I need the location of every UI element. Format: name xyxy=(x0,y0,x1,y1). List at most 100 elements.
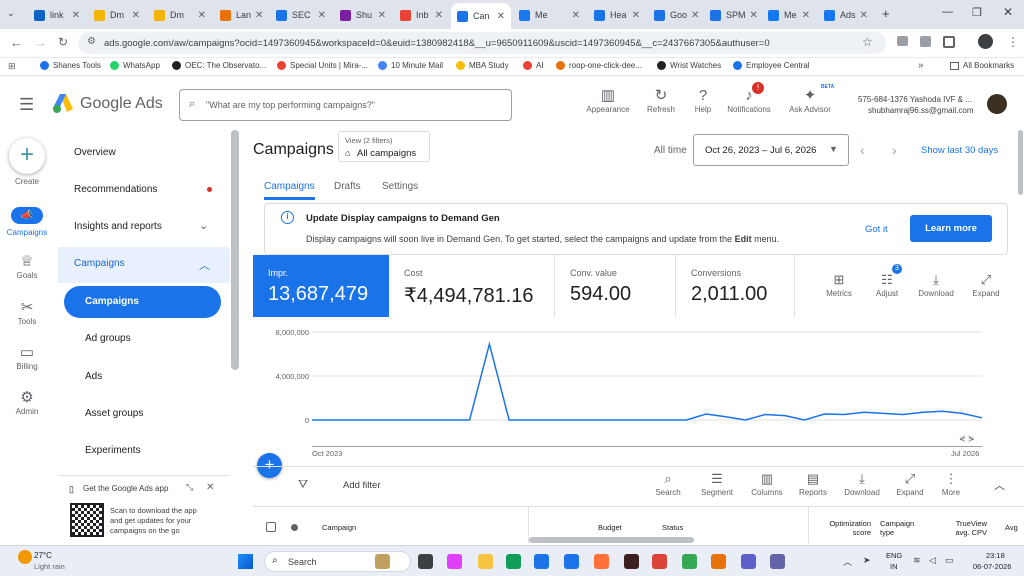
browser-menu-icon[interactable]: ⋮ xyxy=(1007,35,1019,49)
bookmark-item[interactable]: AI xyxy=(523,61,544,70)
col-campaign-type[interactable]: Campaign type xyxy=(880,519,925,537)
tab-settings[interactable]: Settings xyxy=(382,181,418,192)
wifi-icon[interactable]: ≋ xyxy=(913,555,921,566)
nav-scrollbar[interactable] xyxy=(231,130,239,370)
minimize-button[interactable]: — xyxy=(942,6,953,18)
learn-more-button[interactable]: Learn more xyxy=(910,215,992,242)
browser-tab[interactable]: Shu ✕ xyxy=(334,4,392,26)
taskbar-app-icon[interactable] xyxy=(682,554,697,569)
account-avatar[interactable] xyxy=(987,94,1007,114)
browser-tab[interactable]: Can ✕ xyxy=(451,3,511,29)
volume-icon[interactable]: ◁ xyxy=(929,555,936,566)
close-tab-icon[interactable]: ✕ xyxy=(314,10,326,21)
page-scrollbar[interactable] xyxy=(1018,130,1023,195)
close-tab-icon[interactable]: ✕ xyxy=(431,10,443,21)
tray-send-icon[interactable]: ➤ xyxy=(863,555,871,566)
back-icon[interactable]: ← xyxy=(10,35,23,50)
browser-tab[interactable]: Hea ✕ xyxy=(588,4,646,26)
create-button[interactable]: + xyxy=(9,138,45,174)
nav-item-ads[interactable]: Ads xyxy=(85,371,102,382)
col-campaign[interactable]: Campaign xyxy=(322,523,356,532)
show-last-30-days-link[interactable]: Show last 30 days xyxy=(921,145,998,156)
weather-icon[interactable] xyxy=(18,550,32,564)
close-tab-icon[interactable]: ✕ xyxy=(568,10,580,21)
browser-tab[interactable]: Dm ✕ xyxy=(88,4,146,26)
date-range-picker[interactable]: Oct 26, 2023 – Jul 6, 2026 ▼ xyxy=(693,134,849,166)
browser-tab[interactable]: Ads ✕ xyxy=(818,4,872,26)
close-tab-icon[interactable]: ✕ xyxy=(687,10,699,21)
close-tab-icon[interactable]: ✕ xyxy=(856,10,868,21)
puzzle-icon[interactable] xyxy=(943,36,955,48)
all-bookmarks-button[interactable]: All Bookmarks xyxy=(950,61,1014,70)
taskbar-app-icon[interactable] xyxy=(506,554,521,569)
close-tab-icon[interactable]: ✕ xyxy=(628,10,640,21)
maximize-button[interactable]: ❐ xyxy=(972,6,982,19)
taskbar-app-icon[interactable] xyxy=(594,554,609,569)
tab-campaigns[interactable]: Campaigns xyxy=(264,181,315,192)
select-all-checkbox[interactable] xyxy=(266,522,276,532)
nav-item-experiments[interactable]: Experiments xyxy=(85,445,141,456)
browser-tab[interactable]: Lan ✕ xyxy=(214,4,268,26)
conv-value-card[interactable]: Conv. value 594.00 xyxy=(555,255,676,317)
browser-tab[interactable]: Me ✕ xyxy=(513,4,586,26)
bookmark-item[interactable]: Shanes Tools xyxy=(40,61,101,70)
lang-indicator[interactable]: ENG xyxy=(886,551,902,560)
hamburger-menu-icon[interactable]: ☰ xyxy=(19,95,34,115)
status-dot-header[interactable] xyxy=(291,524,298,531)
conversions-card[interactable]: Conversions 2,011.00 xyxy=(676,255,795,317)
bookmark-item[interactable]: roop-one-click-dee... xyxy=(556,61,642,70)
chevron-down-icon[interactable]: ⌄ xyxy=(199,219,208,232)
search-input[interactable]: ⌕ "What are my top performing campaigns?… xyxy=(179,89,512,121)
browser-tab[interactable]: SPM ✕ xyxy=(704,4,760,26)
close-tab-icon[interactable]: ✕ xyxy=(746,10,758,21)
next-period-icon[interactable]: › xyxy=(892,142,897,158)
close-tab-icon[interactable]: ✕ xyxy=(128,10,140,21)
taskbar-app-icon[interactable] xyxy=(624,554,639,569)
reload-icon[interactable]: ↻ xyxy=(58,35,68,49)
chevron-up-icon[interactable]: ︿ xyxy=(199,257,210,273)
appearance-button[interactable]: ▥ Appearance xyxy=(578,87,638,114)
browser-tab[interactable]: Goo ✕ xyxy=(648,4,702,26)
clock-time[interactable]: 23:18 xyxy=(986,551,1005,560)
metrics-button[interactable]: ⊞ Metrics xyxy=(816,271,862,298)
table-segment-button[interactable]: ☰ Segment xyxy=(694,470,740,497)
rail-label-create[interactable]: Create xyxy=(0,177,54,186)
camera-icon[interactable] xyxy=(897,36,908,46)
taskbar-app-icon[interactable] xyxy=(418,554,433,569)
table-more-button[interactable]: ⋮ More xyxy=(928,470,974,497)
col-avg[interactable]: Avg xyxy=(1005,523,1018,532)
col-budget[interactable]: Budget xyxy=(598,523,622,532)
bookmark-item[interactable]: Special Units | Mira-... xyxy=(277,61,368,70)
browser-tab[interactable]: Me ✕ xyxy=(762,4,816,26)
taskbar-app-icon[interactable] xyxy=(564,554,579,569)
table-expand-button[interactable]: ⤢ Expand xyxy=(887,470,933,497)
more-bookmarks-icon[interactable]: » xyxy=(918,60,924,71)
taskbar-app-icon[interactable] xyxy=(652,554,667,569)
admin-rail-item[interactable]: ⚙ Admin xyxy=(0,389,54,416)
nav-item-overview[interactable]: Overview xyxy=(74,147,116,158)
chart-expand-button[interactable]: ⤢ Expand xyxy=(963,271,1009,298)
close-tab-icon[interactable]: ✕ xyxy=(374,10,386,21)
nav-item-recommendations[interactable]: Recommendations xyxy=(74,184,157,195)
rail-label-campaigns[interactable]: Campaigns xyxy=(0,228,54,237)
taskbar-app-icon[interactable] xyxy=(375,554,390,569)
new-tab-button[interactable]: + xyxy=(882,6,890,21)
battery-icon[interactable]: ▭ xyxy=(945,555,954,566)
bookmark-star-icon[interactable]: ☆ xyxy=(862,35,873,49)
bookmark-item[interactable]: 10 Minute Mail xyxy=(378,61,443,70)
tools-rail-item[interactable]: ✂ Tools xyxy=(0,299,54,326)
site-info-icon[interactable]: ⚙ xyxy=(87,36,96,47)
bookmark-item[interactable]: Employee Central xyxy=(733,61,810,70)
chart-download-button[interactable]: ⤓ Download xyxy=(913,271,959,298)
bookmark-item[interactable]: WhatsApp xyxy=(110,61,160,70)
tab-search-icon[interactable]: ⌄ xyxy=(7,8,15,19)
forward-icon[interactable]: → xyxy=(34,35,47,50)
col-status[interactable]: Status xyxy=(662,523,683,532)
billing-rail-item[interactable]: ▭ Billing xyxy=(0,344,54,371)
apps-grid-icon[interactable]: ⊞ xyxy=(8,61,16,72)
megaphone-icon[interactable]: 📣 xyxy=(11,207,43,224)
taskbar-app-icon[interactable] xyxy=(711,554,726,569)
add-filter-button[interactable]: Add filter xyxy=(343,480,381,491)
cost-card[interactable]: Cost ₹4,494,781.16 xyxy=(389,255,555,317)
table-horizontal-scrollbar[interactable] xyxy=(529,537,694,543)
